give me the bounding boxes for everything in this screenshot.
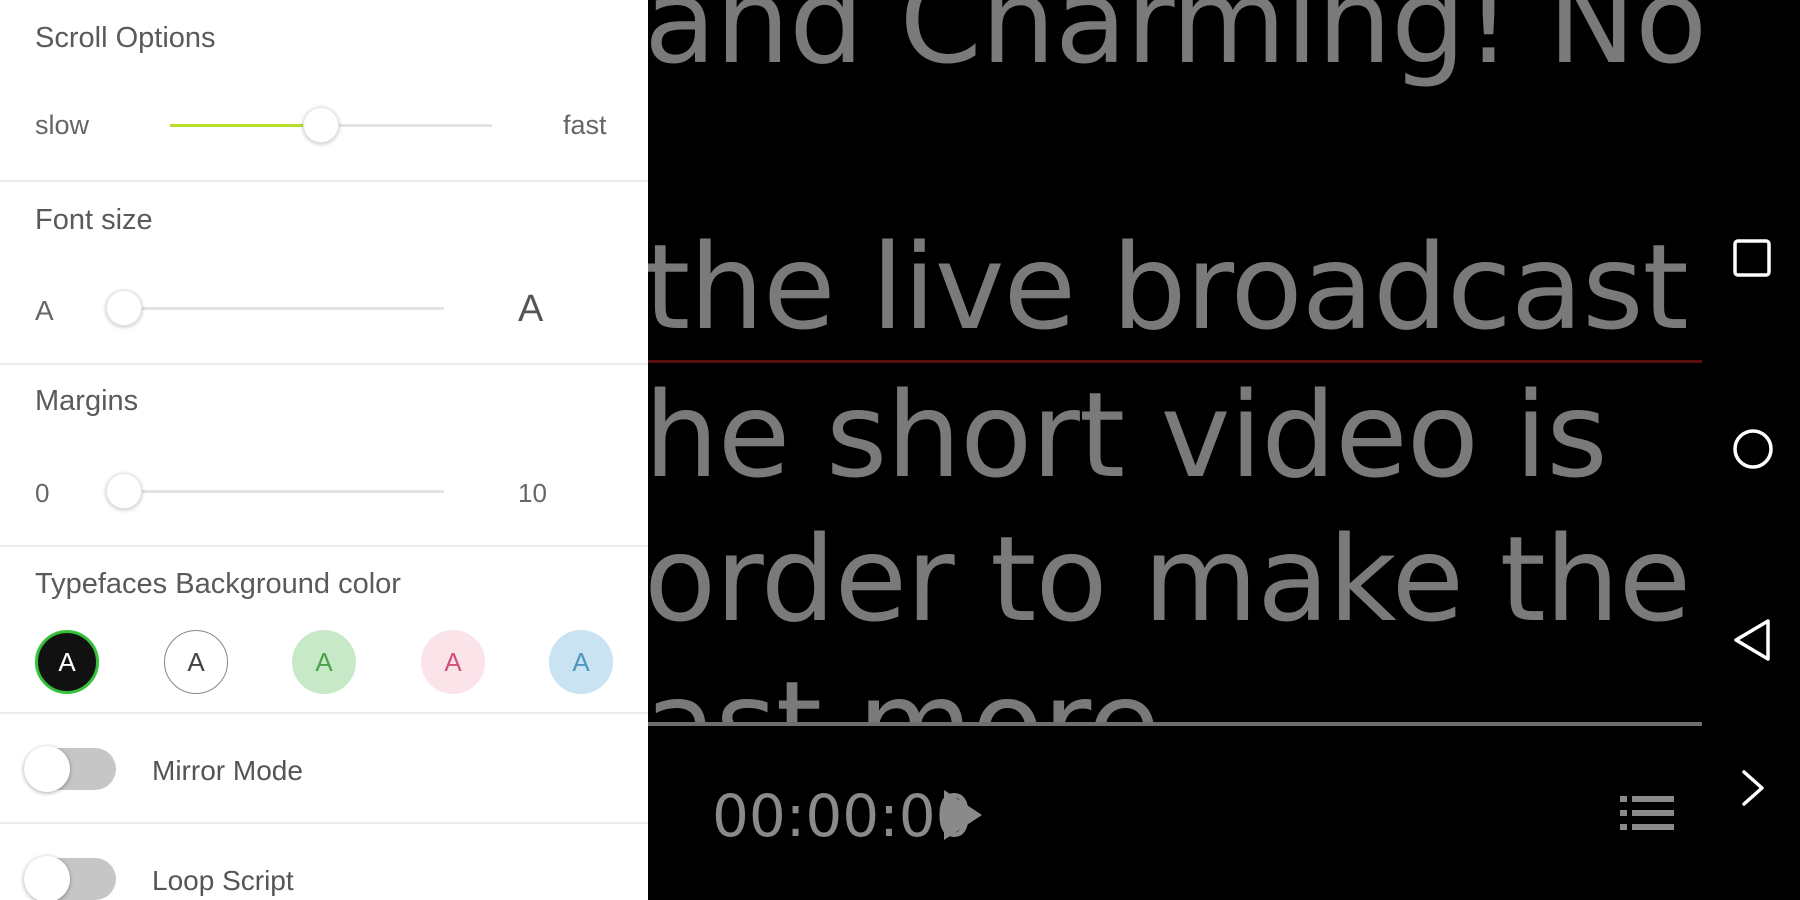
prompter-line: order to make the (648, 510, 1691, 648)
prompter-line: ast more (648, 655, 1160, 722)
prompter-text-area[interactable]: and Charming! No the live broadcast he s… (648, 0, 1702, 722)
divider (0, 545, 648, 547)
divider (0, 822, 648, 824)
back-triangle-icon[interactable] (1732, 618, 1772, 662)
color-swatch[interactable]: A (292, 630, 356, 694)
chevron-right-icon[interactable] (1732, 768, 1772, 808)
prompter-line: he short video is (648, 366, 1608, 504)
font-size-title: Font size (35, 204, 153, 236)
divider (0, 180, 648, 182)
color-scheme-title: Typefaces Background color (35, 568, 401, 600)
color-swatch-label: A (572, 646, 590, 677)
font-size-slider[interactable] (106, 290, 444, 326)
mirror-mode-toggle[interactable] (24, 746, 116, 792)
control-bar-divider (648, 722, 1702, 726)
elapsed-timer: 00:00:00 (712, 782, 973, 850)
margins-min-label: 0 (35, 478, 50, 508)
font-size-large-label: A (518, 288, 544, 330)
loop-script-knob (24, 856, 70, 900)
font-size-thumb[interactable] (106, 290, 142, 326)
play-icon[interactable] (944, 790, 982, 840)
font-size-small-label: A (35, 295, 54, 326)
color-swatch[interactable]: A (421, 630, 485, 694)
settings-panel: Scroll Options slow fast Font size A A M… (0, 0, 648, 900)
color-swatch[interactable]: A (549, 630, 613, 694)
loop-script-toggle[interactable] (24, 856, 116, 900)
square-icon[interactable] (1732, 238, 1772, 278)
scroll-slow-label: slow (35, 110, 90, 140)
color-swatch-label: A (187, 646, 205, 677)
scroll-fast-label: fast (563, 110, 607, 140)
prompter-line: and Charming! No (648, 0, 1702, 90)
mirror-mode-knob (24, 746, 70, 792)
margins-max-label: 10 (518, 478, 547, 508)
color-swatch[interactable]: A (35, 630, 99, 694)
margins-title: Margins (35, 385, 139, 417)
loop-script-label: Loop Script (152, 865, 294, 896)
scroll-options-title: Scroll Options (35, 22, 216, 54)
color-swatch[interactable]: A (164, 630, 228, 694)
color-swatch-label: A (444, 646, 462, 677)
divider (0, 712, 648, 714)
reading-guide-line (648, 360, 1702, 363)
mirror-mode-label: Mirror Mode (152, 755, 303, 786)
prompter-line: the live broadcast (648, 218, 1689, 356)
circle-icon[interactable] (1732, 428, 1774, 470)
margins-slider[interactable] (106, 473, 444, 509)
divider (0, 363, 648, 365)
scroll-speed-fill (170, 124, 322, 127)
scroll-speed-thumb[interactable] (303, 107, 340, 143)
color-swatch-label: A (315, 646, 333, 677)
color-swatch-label: A (58, 646, 76, 677)
margins-thumb[interactable] (106, 473, 142, 509)
scroll-speed-slider[interactable] (170, 107, 492, 143)
list-icon[interactable] (1620, 788, 1676, 838)
